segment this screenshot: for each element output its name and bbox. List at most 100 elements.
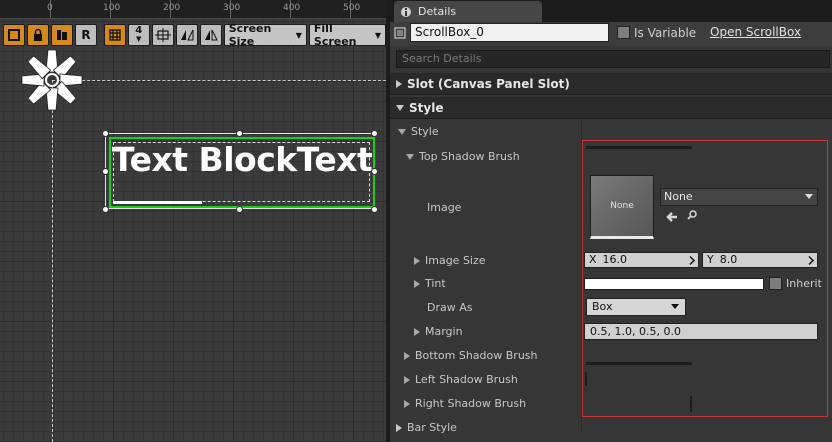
browse-magnifier-icon[interactable] xyxy=(687,210,697,220)
tab-bar: Details xyxy=(390,0,832,22)
fill-screen-label: Fill Screen xyxy=(313,22,357,48)
expand-arrow-icon xyxy=(396,79,402,88)
grid-icon xyxy=(109,29,121,41)
margin-input[interactable]: 0.5, 1.0, 0.5, 0.0 xyxy=(584,323,818,340)
tab-details[interactable]: Details xyxy=(394,1,542,22)
resize-handle-bottom[interactable] xyxy=(236,206,243,213)
right-shadow-brush-row[interactable]: Right Shadow Brush xyxy=(404,397,526,410)
resize-handle-left[interactable] xyxy=(102,168,109,175)
inherit-checkbox[interactable] xyxy=(769,277,782,290)
expand-arrow-icon xyxy=(404,351,410,360)
category-style[interactable]: Style xyxy=(390,97,832,119)
style-subcategory[interactable]: Style xyxy=(398,125,439,138)
resize-handle-top-right[interactable] xyxy=(371,130,378,137)
expand-arrow-icon xyxy=(414,279,420,288)
collapse-arrow-icon xyxy=(398,128,406,135)
text-block-underline xyxy=(113,201,202,204)
lock-button[interactable] xyxy=(27,24,49,46)
designer-toolbar: R 4 ▼ Screen Size ▼ Fill Screen ▼ xyxy=(3,22,386,48)
screen-size-label: Screen Size xyxy=(228,22,272,48)
grid-snap-value: 4 xyxy=(135,25,143,36)
y-axis-label: Y xyxy=(707,253,714,266)
inherit-label: Inherit xyxy=(786,277,822,290)
resize-handle-top[interactable] xyxy=(236,130,243,137)
draw-as-label: Draw As xyxy=(427,301,473,314)
search-details-input[interactable]: Search Details xyxy=(396,50,830,68)
image-thumbnail[interactable]: None xyxy=(590,175,654,239)
open-scrollbox-link[interactable]: Open ScrollBox xyxy=(710,25,801,39)
draw-as-dropdown[interactable]: Box xyxy=(586,298,686,316)
resize-handle-bottom-left[interactable] xyxy=(102,206,109,213)
flow-direction-button[interactable] xyxy=(175,24,198,46)
expand-arrow-icon xyxy=(404,375,410,384)
image-size-row[interactable]: Image Size xyxy=(414,254,486,267)
resize-handle-right[interactable] xyxy=(371,168,378,175)
widget-name-input[interactable]: ScrollBox_0 xyxy=(410,23,609,42)
designer-canvas[interactable]: 0 100 200 300 400 500 R 4 ▼ Screen Size … xyxy=(0,0,386,442)
layout-icon xyxy=(57,30,67,40)
expand-arrow-icon xyxy=(396,423,402,432)
image-size-label: Image Size xyxy=(425,254,486,267)
image-size-y-field[interactable]: Y 8.0 xyxy=(702,252,818,268)
category-slot[interactable]: Slot (Canvas Panel Slot) xyxy=(390,73,832,95)
right-shadow-brush-label: Right Shadow Brush xyxy=(415,397,527,410)
canvas-bound-vertical xyxy=(52,80,53,442)
widget-type-icon xyxy=(394,27,406,39)
collapse-arrow-icon xyxy=(406,153,414,160)
image-asset-value: None xyxy=(664,190,693,203)
top-shadow-brush-preview xyxy=(586,146,692,149)
image-size-x-field[interactable]: X 16.0 xyxy=(584,252,699,268)
bottom-shadow-brush-label: Bottom Shadow Brush xyxy=(415,349,538,362)
mirror-button[interactable] xyxy=(199,24,222,46)
chevron-down-icon xyxy=(805,194,813,199)
margin-row[interactable]: Margin xyxy=(414,325,463,338)
image-asset-dropdown[interactable]: None xyxy=(660,188,818,206)
select-box-icon xyxy=(8,29,20,41)
left-shadow-brush-preview xyxy=(585,372,587,386)
respect-locks-button[interactable]: R xyxy=(75,24,97,46)
text-block-widget[interactable]: Text BlockText xyxy=(112,140,373,179)
screen-size-dropdown[interactable]: Screen Size ▼ xyxy=(223,22,307,48)
is-variable-checkbox[interactable] xyxy=(617,26,630,39)
image-size-x-value: 16.0 xyxy=(602,253,628,266)
transform-mode-button[interactable] xyxy=(3,24,25,46)
widget-name-row: ScrollBox_0 Is Variable Open ScrollBox xyxy=(390,22,832,46)
left-shadow-brush-row[interactable]: Left Shadow Brush xyxy=(404,373,518,386)
bottom-shadow-brush-preview xyxy=(586,362,692,365)
fill-screen-dropdown[interactable]: Fill Screen ▼ xyxy=(308,22,386,48)
expand-arrow-icon xyxy=(414,256,420,265)
chevron-down-icon: ▼ xyxy=(295,30,302,40)
grid-snap-value-dropdown[interactable]: 4 ▼ xyxy=(127,24,150,46)
ruler-tick-500: 500 xyxy=(343,3,361,13)
use-selected-arrow-icon[interactable] xyxy=(665,210,679,224)
top-shadow-brush-label: Top Shadow Brush xyxy=(419,150,520,163)
mirror-triangles-icon xyxy=(204,29,218,41)
ruler-tick-300: 300 xyxy=(223,3,241,13)
left-shadow-brush-label: Left Shadow Brush xyxy=(415,373,518,386)
canvas-bound-horizontal xyxy=(52,80,386,81)
ruler-tick-0: 0 xyxy=(47,3,53,13)
collapse-arrow-icon xyxy=(396,104,404,111)
search-row: Search Details xyxy=(390,48,832,70)
layout-toggle-button[interactable] xyxy=(51,24,73,46)
margin-label: Margin xyxy=(425,325,463,338)
anchor-flower-icon[interactable] xyxy=(18,46,86,114)
resize-handle-bottom-right[interactable] xyxy=(371,206,378,213)
ruler-tick-200: 200 xyxy=(163,3,181,13)
draw-as-value: Box xyxy=(592,300,613,313)
image-thumb-text: None xyxy=(610,201,634,211)
tab-title: Details xyxy=(418,5,457,18)
tint-row[interactable]: Tint xyxy=(414,277,446,290)
bottom-shadow-brush-row[interactable]: Bottom Shadow Brush xyxy=(404,349,538,362)
grid-snap-button[interactable] xyxy=(103,24,126,46)
bar-style-row[interactable]: Bar Style xyxy=(396,421,457,434)
bar-style-label: Bar Style xyxy=(407,421,457,434)
tint-label: Tint xyxy=(425,277,446,290)
zoom-to-fit-button[interactable] xyxy=(151,24,174,46)
ruler-tick-100: 100 xyxy=(103,3,121,13)
expand-arrow-icon xyxy=(404,399,410,408)
image-size-y-value: 8.0 xyxy=(719,253,738,266)
resize-handle-top-left[interactable] xyxy=(102,130,109,137)
tint-color-swatch[interactable] xyxy=(584,278,764,290)
top-shadow-brush-row[interactable]: Top Shadow Brush xyxy=(406,150,520,163)
